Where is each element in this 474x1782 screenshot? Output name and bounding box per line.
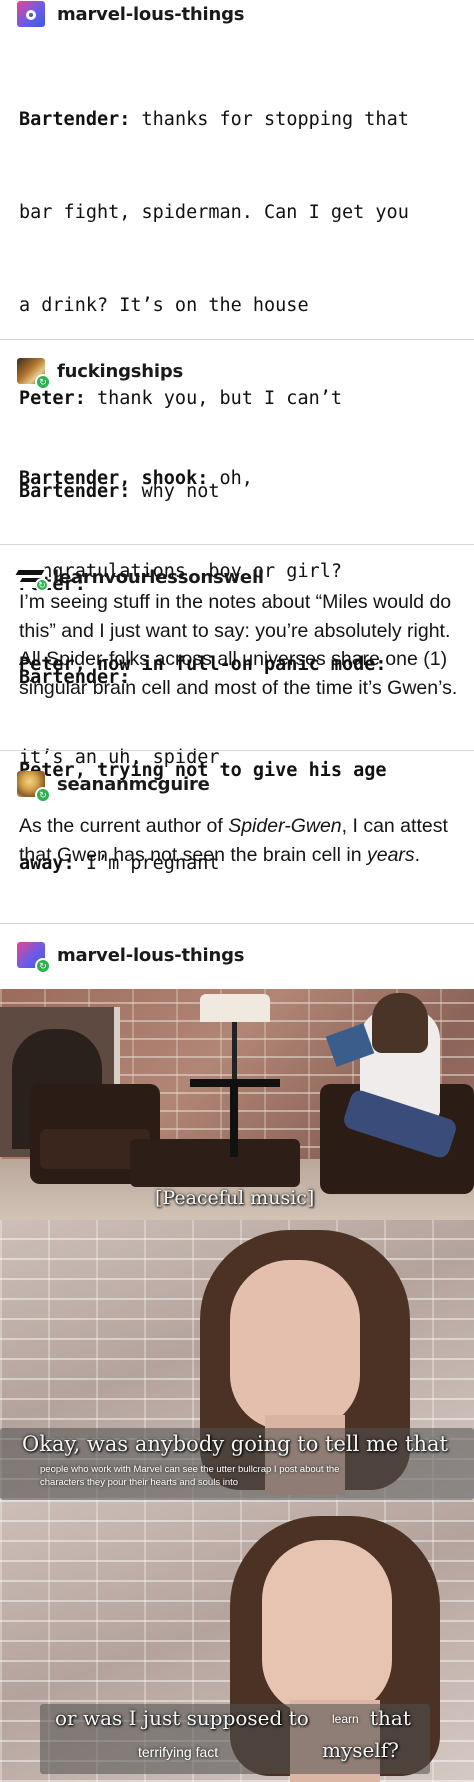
user-avatar[interactable]: ↻	[17, 771, 51, 803]
subtitle-small-word: learn	[332, 1712, 359, 1726]
subtitle-caption: that	[370, 1706, 411, 1730]
dialogue-line: bar fight, spiderman. Can I get you	[19, 202, 409, 223]
ottoman	[130, 1139, 300, 1187]
post-seananmcguire: ↻ seananmcguire As the current author of…	[0, 752, 474, 924]
subtitle-caption: Okay, was anybody going to tell me that	[22, 1432, 448, 1456]
post-body: As the current author of Spider-Gwen, I …	[19, 815, 448, 866]
person-face	[230, 1260, 360, 1430]
side-table	[190, 1079, 280, 1087]
dialogue-line: Bartender, shook: oh,	[19, 468, 253, 489]
post-header: ↻ seananmcguire	[0, 770, 474, 803]
dialogue-line: a drink? It’s on the house	[19, 295, 309, 316]
person-face	[262, 1540, 392, 1715]
user-avatar[interactable]: ↻	[17, 358, 51, 390]
post-body: I’m seeing stuff in the notes about “Mil…	[19, 591, 458, 699]
subtitle-caption: [Peaceful music]	[155, 1187, 315, 1209]
subtitle-small-line: people who work with Marvel can see the …	[40, 1464, 340, 1475]
subtitle-small-word: terrifying fact	[138, 1744, 219, 1760]
reblog-icon: ↻	[35, 958, 51, 974]
meme-panel-living-room: [Peaceful music]	[0, 989, 474, 1220]
side-table-base	[230, 1087, 238, 1157]
post-learnvourlessonswell: ↻ learnvourlessonswell I’m seeing stuff …	[0, 546, 474, 751]
lamp-stand	[232, 1022, 237, 1082]
reblog-icon: ↻	[35, 787, 51, 803]
username[interactable]: marvel-lous-things	[57, 945, 245, 966]
dialogue-line: Bartender: thanks for stopping that	[19, 109, 409, 130]
subtitle-caption: or was I just supposed to	[55, 1706, 309, 1730]
post-marvel-lous-things-reblog: ↻ marvel-lous-things	[0, 925, 474, 989]
person-hair	[372, 993, 428, 1053]
subtitle-small-line: characters they pour their hearts and so…	[40, 1477, 239, 1488]
lamp-shade	[200, 994, 270, 1022]
reblog-icon: ↻	[35, 374, 51, 390]
user-avatar[interactable]	[17, 1, 45, 27]
subtitle-caption: myself?	[322, 1738, 399, 1762]
username[interactable]: learnvourlessonswell	[53, 567, 264, 588]
username[interactable]: marvel-lous-things	[57, 4, 245, 25]
meme-panel-closeup-1: Okay, was anybody going to tell me that …	[0, 1220, 474, 1500]
post-header: ↻ learnvourlessonswell	[0, 566, 474, 592]
post-marvel-lous-things: marvel-lous-things Bartender: thanks for…	[0, 0, 474, 874]
user-avatar[interactable]: ↻	[17, 942, 51, 974]
post-header: ↻ marvel-lous-things	[0, 941, 474, 974]
meme-panel-closeup-2: or was I just supposed to learn that ter…	[0, 1500, 474, 1782]
user-avatar[interactable]: ↻	[15, 566, 49, 592]
username[interactable]: fuckingships	[57, 361, 183, 382]
username[interactable]: seananmcguire	[57, 774, 210, 795]
post-header: ↻ fuckingships	[0, 357, 474, 390]
post-header: marvel-lous-things	[0, 0, 474, 28]
post-fuckingships: ↻ fuckingships Bartender, shook: oh, con…	[0, 341, 474, 768]
reblog-icon: ↻	[35, 578, 49, 592]
